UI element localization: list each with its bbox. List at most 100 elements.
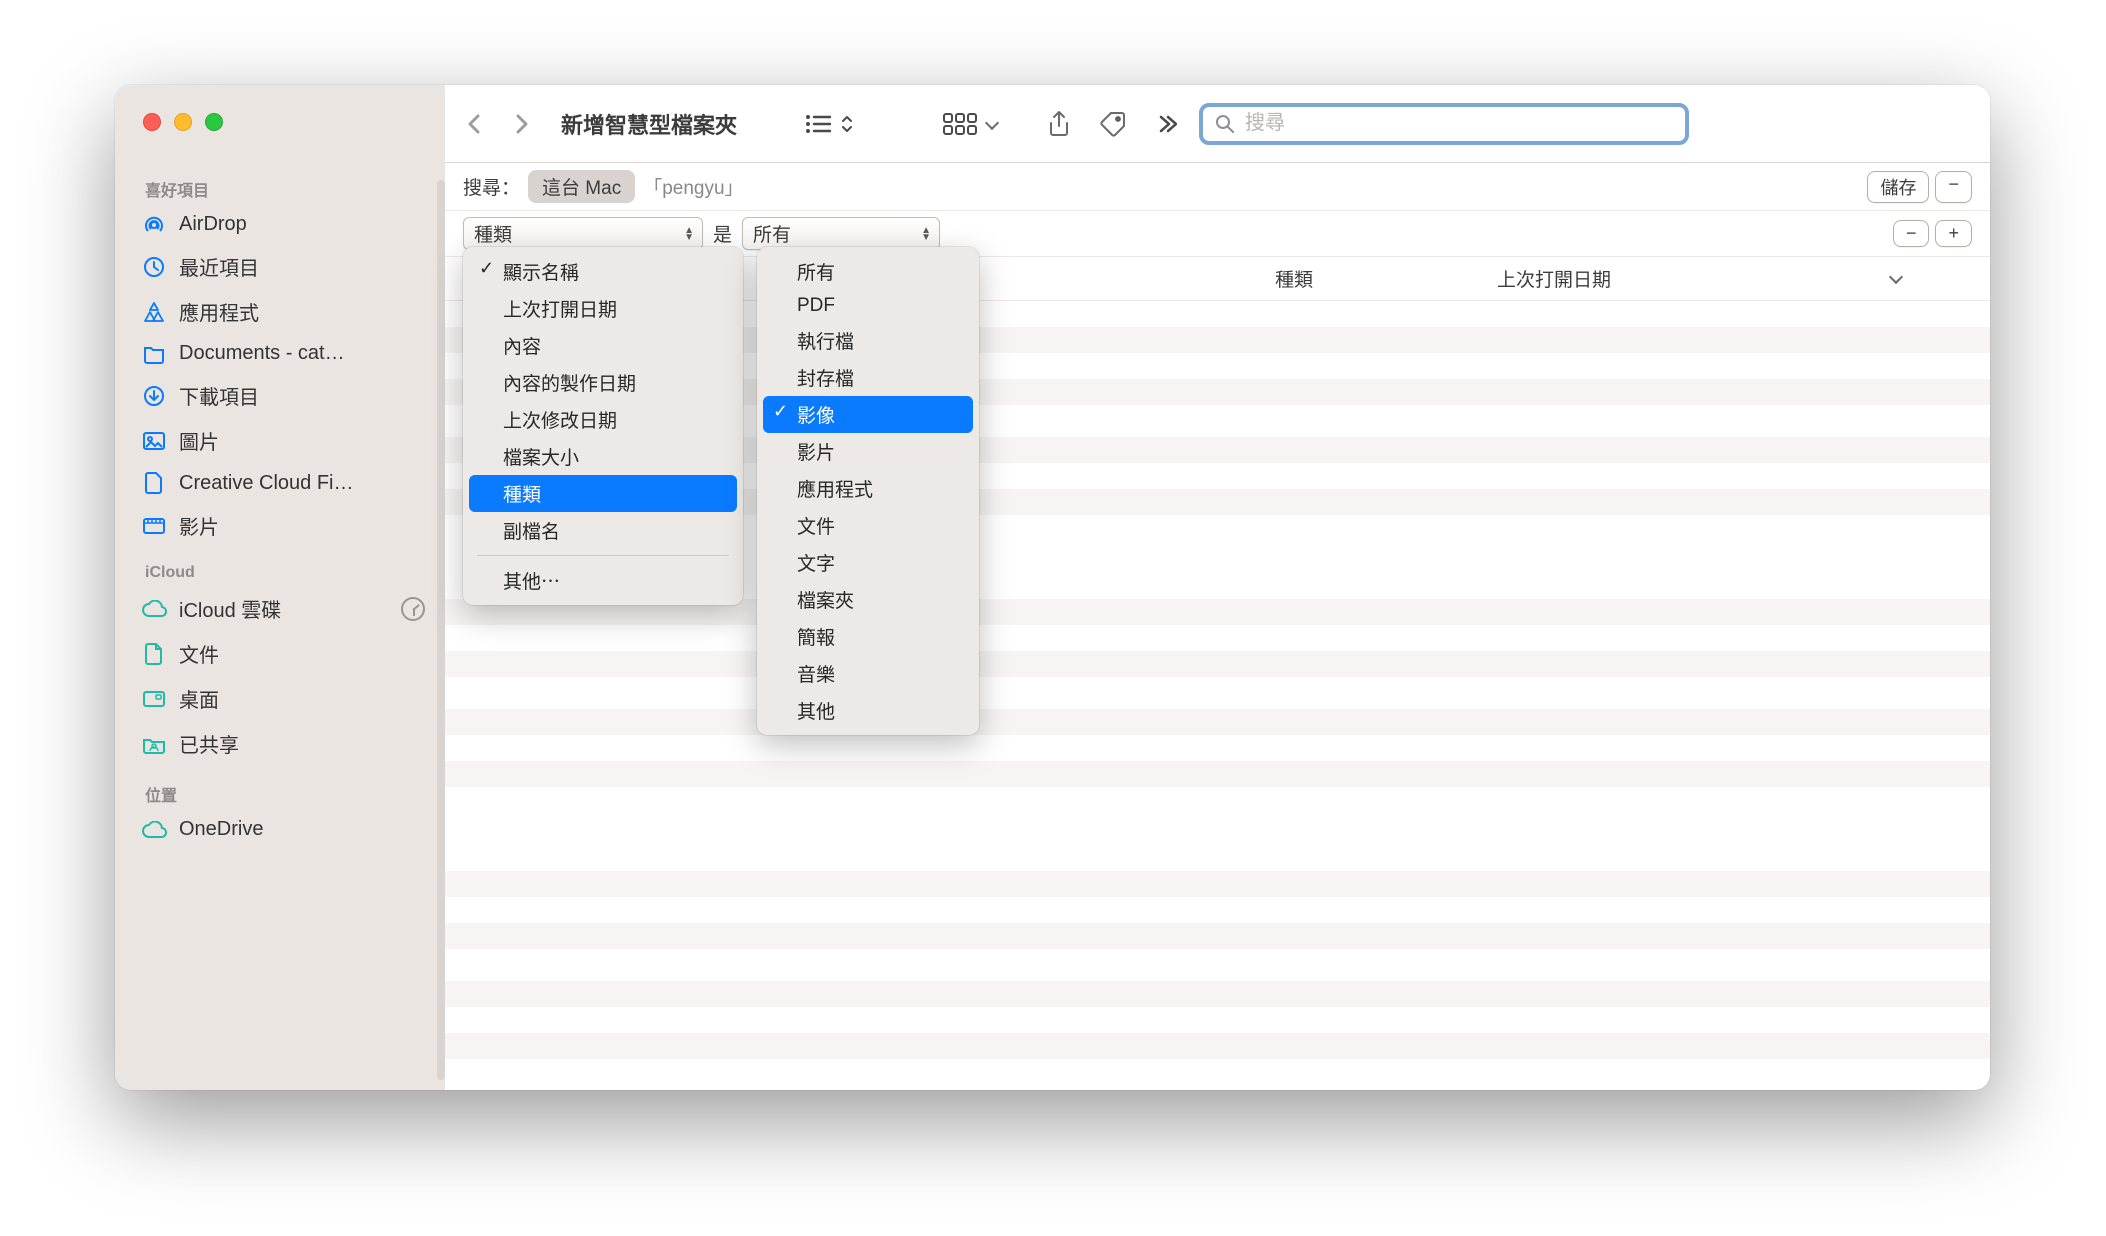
- dropdown-item[interactable]: 種類: [469, 475, 737, 512]
- dropdown-item[interactable]: 文件: [763, 507, 973, 544]
- dropdown-item[interactable]: 上次修改日期: [469, 401, 737, 438]
- sidebar-item-label: Documents - cat…: [179, 342, 345, 365]
- dropdown-item-other[interactable]: 其他⋯: [469, 562, 737, 599]
- sidebar-item[interactable]: 應用程式: [115, 289, 445, 334]
- dropdown-item[interactable]: 簡報: [763, 618, 973, 655]
- scope-user[interactable]: 「pengyu」: [643, 173, 743, 200]
- type-dropdown[interactable]: 所有PDF執行檔封存檔影像影片應用程式文件文字檔案夾簡報音樂其他: [757, 247, 979, 735]
- sidebar-item-label: 最近項目: [179, 252, 259, 281]
- criteria-type-select[interactable]: 所有 ▲▼: [742, 217, 940, 250]
- scope-this-mac[interactable]: 這台 Mac: [528, 170, 635, 203]
- photo-icon: [141, 431, 167, 451]
- sidebar-item[interactable]: 最近項目: [115, 244, 445, 289]
- dropdown-item[interactable]: 檔案夾: [763, 581, 973, 618]
- sidebar-item[interactable]: iCloud 雲碟: [115, 586, 445, 631]
- save-button[interactable]: 儲存: [1867, 171, 1929, 203]
- dropdown-item[interactable]: 文字: [763, 544, 973, 581]
- sidebar-item-label: AirDrop: [179, 213, 247, 236]
- sidebar-item-label: 下載項目: [179, 381, 259, 410]
- share-button[interactable]: [1037, 102, 1081, 146]
- criteria-kind-select[interactable]: 種類 ▲▼: [463, 217, 703, 250]
- window-controls: [115, 113, 445, 131]
- download-icon: [141, 385, 167, 407]
- dropdown-item[interactable]: 副檔名: [469, 512, 737, 549]
- group-toggle[interactable]: [943, 113, 997, 135]
- forward-button[interactable]: [503, 105, 541, 143]
- main-area: 新增智慧型檔案夾: [445, 85, 1990, 1090]
- dropdown-item[interactable]: 音樂: [763, 655, 973, 692]
- sidebar-item-label: iCloud 雲碟: [179, 594, 281, 623]
- dropdown-item[interactable]: 封存檔: [763, 359, 973, 396]
- dropdown-item[interactable]: 其他: [763, 692, 973, 729]
- dropdown-item[interactable]: 內容: [469, 327, 737, 364]
- sidebar-item[interactable]: 文件: [115, 631, 445, 676]
- search-field[interactable]: [1199, 103, 1689, 145]
- airdrop-icon: [141, 214, 167, 236]
- remove-scope-button[interactable]: −: [1935, 171, 1972, 203]
- dropdown-item[interactable]: PDF: [763, 290, 973, 322]
- video-icon: [141, 517, 167, 535]
- minimize-button[interactable]: [174, 113, 192, 131]
- criteria-connector: 是: [713, 220, 732, 247]
- sidebar-scrollbar[interactable]: [437, 180, 445, 1080]
- dropdown-item[interactable]: 檔案大小: [469, 438, 737, 475]
- chevron-right-icon: [1157, 114, 1177, 134]
- dropdown-item[interactable]: 顯示名稱: [469, 253, 737, 290]
- onedrive-icon: [141, 821, 167, 839]
- sidebar-item[interactable]: Documents - cat…: [115, 334, 445, 373]
- sidebar-item[interactable]: 圖片: [115, 418, 445, 463]
- close-button[interactable]: [143, 113, 161, 131]
- back-button[interactable]: [455, 105, 493, 143]
- doc-icon: [141, 642, 167, 666]
- remove-criteria-button[interactable]: −: [1893, 220, 1930, 247]
- tag-icon: [1099, 110, 1127, 138]
- search-icon: [1215, 114, 1235, 134]
- sidebar-item[interactable]: 已共享: [115, 721, 445, 766]
- sidebar: 喜好項目AirDrop最近項目應用程式Documents - cat…下載項目圖…: [115, 85, 445, 1090]
- share-icon: [1047, 110, 1071, 138]
- sidebar-item[interactable]: 下載項目: [115, 373, 445, 418]
- sidebar-item[interactable]: AirDrop: [115, 205, 445, 244]
- sidebar-item[interactable]: 影片: [115, 503, 445, 548]
- sidebar-item[interactable]: Creative Cloud Fi…: [115, 463, 445, 503]
- folder-icon: [141, 344, 167, 364]
- finder-window: 喜好項目AirDrop最近項目應用程式Documents - cat…下載項目圖…: [115, 85, 1990, 1090]
- sidebar-item-label: 已共享: [179, 729, 239, 758]
- sidebar-item-label: OneDrive: [179, 818, 263, 841]
- sidebar-section-title: 位置: [115, 774, 445, 810]
- add-criteria-button[interactable]: +: [1935, 220, 1972, 247]
- more-button[interactable]: [1145, 102, 1189, 146]
- criteria-kind-value: 種類: [474, 220, 512, 247]
- sidebar-item-label: 影片: [179, 511, 219, 540]
- clock-icon: [141, 256, 167, 278]
- sidebar-item[interactable]: 桌面: [115, 676, 445, 721]
- titlebar: 新增智慧型檔案夾: [445, 85, 1990, 163]
- window-title: 新增智慧型檔案夾: [561, 108, 737, 140]
- scope-label: 搜尋：: [463, 173, 520, 200]
- tags-button[interactable]: [1091, 102, 1135, 146]
- dropdown-item[interactable]: 內容的製作日期: [469, 364, 737, 401]
- dropdown-item[interactable]: 執行檔: [763, 322, 973, 359]
- fullscreen-button[interactable]: [205, 113, 223, 131]
- dropdown-item[interactable]: 上次打開日期: [469, 290, 737, 327]
- sidebar-item-label: Creative Cloud Fi…: [179, 472, 354, 495]
- cloud-icon: [141, 600, 167, 618]
- criteria-type-value: 所有: [753, 220, 791, 247]
- grid-icon: [943, 113, 979, 135]
- sidebar-item-label: 圖片: [179, 426, 219, 455]
- apps-icon: [141, 301, 167, 323]
- sidebar-item[interactable]: OneDrive: [115, 810, 445, 849]
- dropdown-item[interactable]: 影片: [763, 433, 973, 470]
- view-toggle[interactable]: [805, 113, 853, 135]
- dropdown-item[interactable]: 所有: [763, 253, 973, 290]
- column-kind[interactable]: 種類: [1275, 265, 1313, 292]
- column-date[interactable]: 上次打開日期: [1497, 265, 1901, 292]
- shared-icon: [141, 734, 167, 754]
- kind-dropdown[interactable]: 顯示名稱上次打開日期內容內容的製作日期上次修改日期檔案大小種類副檔名其他⋯: [463, 247, 743, 605]
- dropdown-item[interactable]: 應用程式: [763, 470, 973, 507]
- sidebar-item-label: 文件: [179, 639, 219, 668]
- sidebar-item-label: 桌面: [179, 684, 219, 713]
- search-input[interactable]: [1245, 112, 1673, 135]
- sidebar-section-title: iCloud: [115, 556, 445, 586]
- dropdown-item[interactable]: 影像: [763, 396, 973, 433]
